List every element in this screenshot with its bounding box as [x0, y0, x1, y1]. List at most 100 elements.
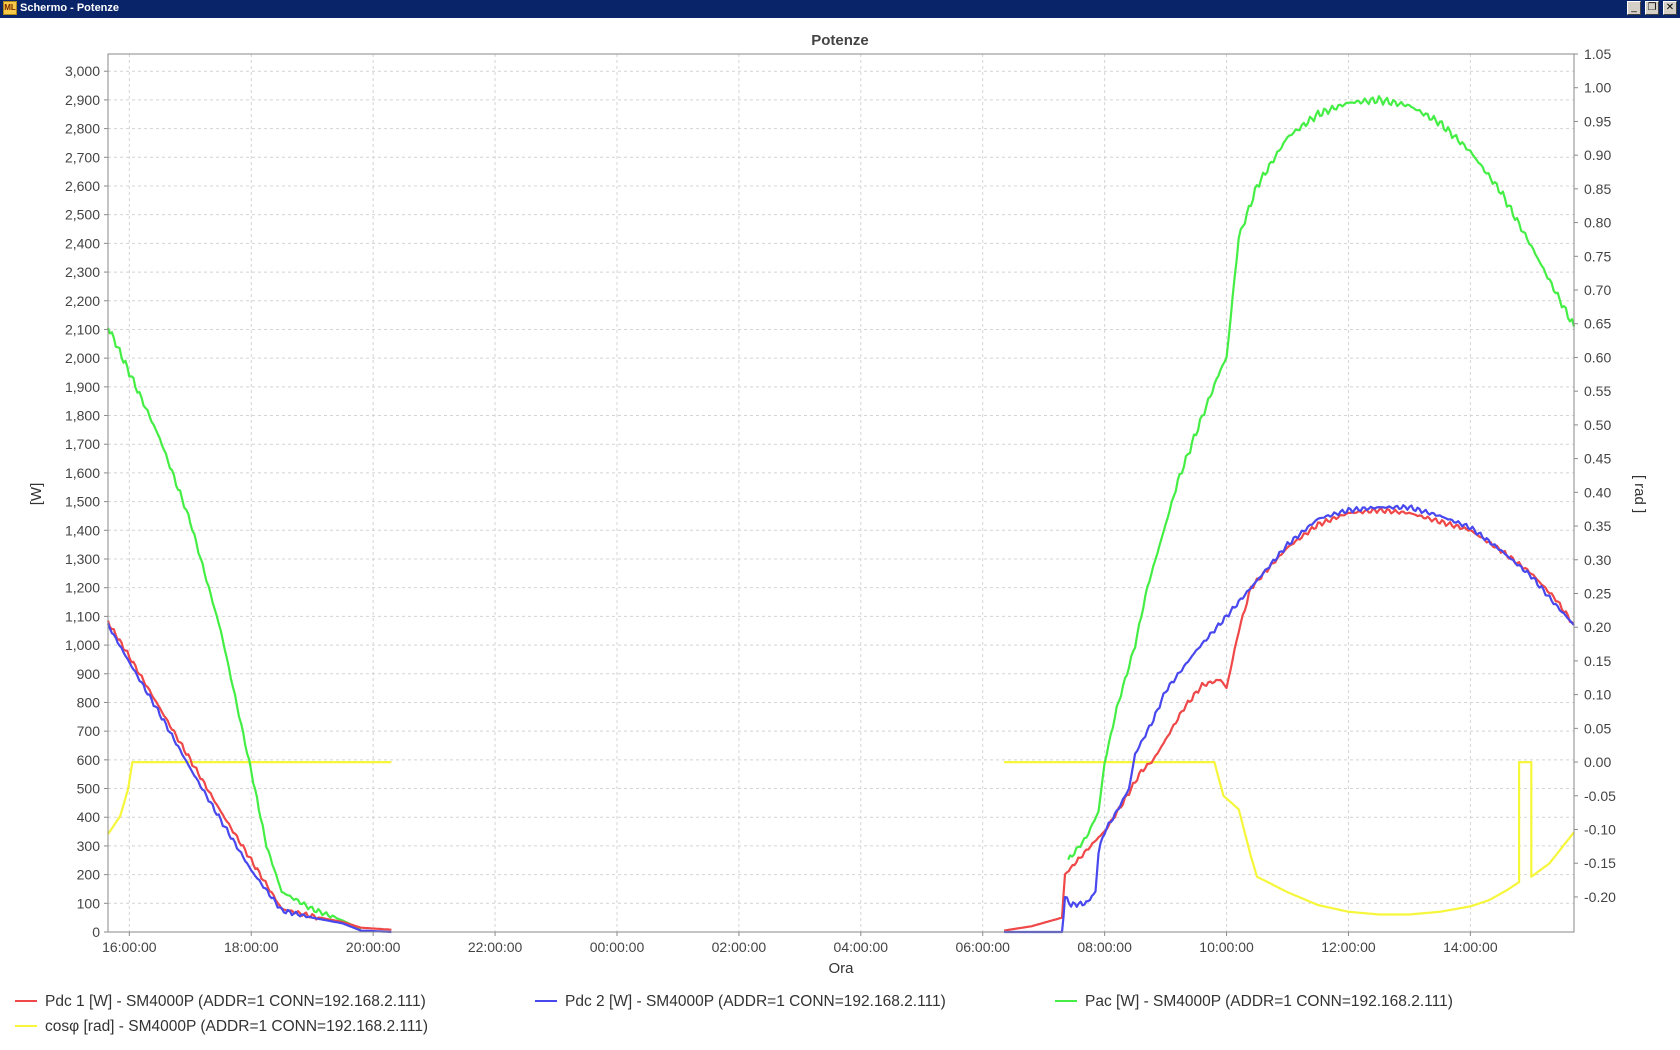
restore-icon[interactable]: ❐ — [1645, 1, 1659, 15]
y2-tick-label: 0.90 — [1584, 147, 1611, 163]
x-tick-label: 22:00:00 — [468, 939, 523, 955]
minimize-icon[interactable]: _ — [1627, 1, 1641, 15]
y-tick-label: 0 — [92, 924, 100, 940]
series-line-pdc2-seg0 — [106, 623, 392, 934]
y2-tick-label: 0.75 — [1584, 248, 1611, 264]
y2-tick-label: 0.40 — [1584, 484, 1611, 500]
legend-label-pdc1: Pdc 1 [W] - SM4000P (ADDR=1 CONN=192.168… — [45, 993, 426, 1010]
y2-tick-label: 0.25 — [1584, 585, 1611, 601]
chart-panel: Potenze 0 100 200 300 400 500 600 700 800 900 1,00… — [0, 18, 1680, 1050]
y-tick-label: 1,600 — [65, 465, 100, 481]
y-tick-label: 2,400 — [65, 235, 100, 251]
series-line-cosphi-seg1 — [1004, 760, 1575, 916]
legend-item-pac[interactable]: Pac [W] - SM4000P (ADDR=1 CONN=192.168.2… — [1055, 993, 1453, 1011]
axes: 0 100 200 300 400 500 600 700 800 900 1,000 1,100 1,… — [65, 46, 1616, 955]
series-line-pac-seg0 — [106, 327, 362, 931]
legend-swatch-pdc1 — [15, 999, 37, 1002]
y-tick-label: 1,400 — [65, 522, 100, 538]
legend-item-pdc2[interactable]: Pdc 2 [W] - SM4000P (ADDR=1 CONN=192.168… — [535, 993, 946, 1011]
close-icon[interactable]: ✕ — [1663, 1, 1677, 15]
y2-tick-label: 0.65 — [1584, 316, 1611, 332]
y2-tick-label: 0.20 — [1584, 619, 1611, 635]
x-tick-label: 12:00:00 — [1321, 939, 1376, 955]
y2-tick-label: 0.55 — [1584, 383, 1611, 399]
x-tick-label: 04:00:00 — [834, 939, 889, 955]
y-tick-label: 2,100 — [65, 321, 100, 337]
y-tick-label: 2,700 — [65, 149, 100, 165]
legend-item-pdc1[interactable]: Pdc 1 [W] - SM4000P (ADDR=1 CONN=192.168… — [15, 993, 426, 1011]
y2-tick-label: 0.45 — [1584, 451, 1611, 467]
y-tick-label: 1,100 — [65, 608, 100, 624]
y2-tick-label: 0.10 — [1584, 687, 1611, 703]
window-titlebar: ML Schermo - Potenze _ ❐ ✕ — [0, 0, 1680, 18]
y2-tick-label: 0.50 — [1584, 417, 1611, 433]
y-tick-label: 2,600 — [65, 178, 100, 194]
x-tick-label: 18:00:00 — [224, 939, 279, 955]
y-tick-label: 2,900 — [65, 92, 100, 108]
legend-swatch-pdc2 — [535, 999, 557, 1002]
y-tick-label: 2,500 — [65, 207, 100, 223]
y-tick-label: 900 — [77, 666, 101, 682]
series-line-pdc1-seg0 — [106, 620, 392, 931]
y-tick-label: 2,000 — [65, 350, 100, 366]
chart: Potenze 0 100 200 300 400 500 600 700 800 900 1,00… — [28, 32, 1648, 977]
y2-tick-label: -0.10 — [1584, 821, 1616, 837]
x-tick-label: 16:00:00 — [102, 939, 157, 955]
y-tick-label: 1,700 — [65, 436, 100, 452]
y-tick-label: 500 — [77, 781, 101, 797]
y2-tick-label: -0.05 — [1584, 788, 1616, 804]
y-tick-label: 200 — [77, 867, 101, 883]
y2-tick-label: 0.30 — [1584, 552, 1611, 568]
legend-swatch-cosphi — [15, 1024, 37, 1027]
x-tick-label: 10:00:00 — [1199, 939, 1254, 955]
y-tick-label: 1,800 — [65, 408, 100, 424]
y-tick-label: 1,900 — [65, 379, 100, 395]
x-axis-label: Ora — [828, 960, 854, 977]
y2-tick-label: 0.85 — [1584, 181, 1611, 197]
y2-tick-label: 1.00 — [1584, 80, 1611, 96]
y2-tick-label: 0.35 — [1584, 518, 1611, 534]
grid — [108, 54, 1574, 933]
y-tick-label: 2,800 — [65, 121, 100, 137]
legend-label-pdc2: Pdc 2 [W] - SM4000P (ADDR=1 CONN=192.168… — [565, 993, 946, 1010]
y2-tick-label: 0.95 — [1584, 113, 1611, 129]
series-line-pac-seg1 — [1067, 95, 1576, 861]
y2-tick-label: 1.05 — [1584, 46, 1611, 62]
app-icon: ML — [3, 1, 17, 15]
y2-tick-label: 0.60 — [1584, 349, 1611, 365]
y2-tick-label: 0.15 — [1584, 653, 1611, 669]
x-tick-label: 08:00:00 — [1077, 939, 1132, 955]
y-tick-label: 1,200 — [65, 580, 100, 596]
series-layer — [106, 95, 1576, 934]
y-axis-label: [W] — [28, 483, 45, 506]
x-tick-label: 02:00:00 — [712, 939, 767, 955]
legend-item-cosphi[interactable]: cosφ [rad] - SM4000P (ADDR=1 CONN=192.16… — [15, 1018, 428, 1036]
series-line-cosphi-seg0 — [107, 760, 392, 835]
y2-tick-label: -0.20 — [1584, 889, 1616, 905]
y-tick-label: 3,000 — [65, 63, 100, 79]
legend-swatch-pac — [1055, 999, 1077, 1002]
x-tick-label: 14:00:00 — [1443, 939, 1498, 955]
legend-label-pac: Pac [W] - SM4000P (ADDR=1 CONN=192.168.2… — [1085, 993, 1453, 1010]
y-tick-label: 600 — [77, 752, 101, 768]
y-tick-label: 400 — [77, 809, 101, 825]
legend-label-cosphi: cosφ [rad] - SM4000P (ADDR=1 CONN=192.16… — [45, 1018, 429, 1035]
y-tick-label: 1,300 — [65, 551, 100, 567]
series-line-pdc2-seg1 — [1004, 504, 1575, 934]
x-tick-label: 06:00:00 — [955, 939, 1010, 955]
series-line-pdc1-seg1 — [1003, 506, 1575, 932]
y-tick-label: 2,200 — [65, 293, 100, 309]
y-tick-label: 1,500 — [65, 494, 100, 510]
y2-tick-label: 0.70 — [1584, 282, 1611, 298]
x-tick-label: 20:00:00 — [346, 939, 401, 955]
y-tick-label: 100 — [77, 895, 101, 911]
y-tick-label: 800 — [77, 694, 101, 710]
y2-tick-label: 0.00 — [1584, 754, 1611, 770]
x-tick-label: 00:00:00 — [590, 939, 645, 955]
y2-axis-label: [ rad ] — [1631, 475, 1648, 513]
y-tick-label: 2,300 — [65, 264, 100, 280]
y-tick-label: 700 — [77, 723, 101, 739]
chart-title: Potenze — [811, 32, 869, 49]
y-tick-label: 300 — [77, 838, 101, 854]
y-tick-label: 1,000 — [65, 637, 100, 653]
